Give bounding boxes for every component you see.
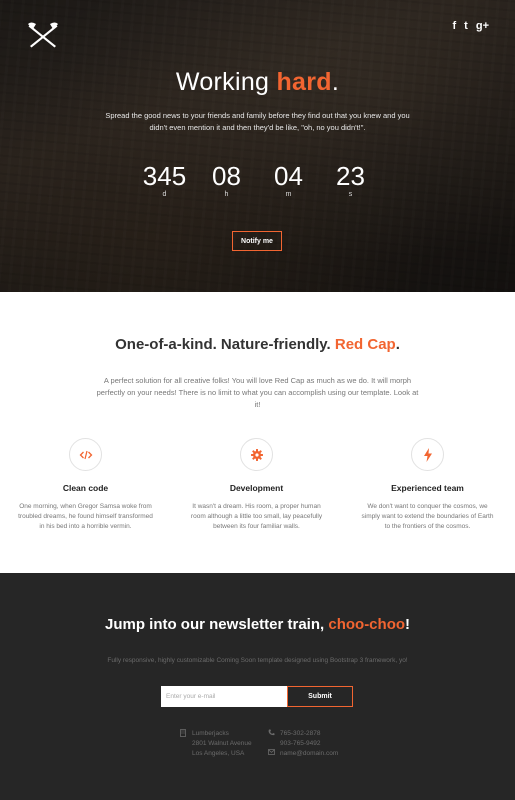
google-plus-icon[interactable]: g+	[476, 20, 489, 32]
phone-number[interactable]: 765-302-2878	[280, 729, 320, 739]
address-line: Lumberjacks	[192, 730, 229, 737]
about-section: One-of-a-kind. Nature-friendly. Red Cap.…	[0, 292, 515, 573]
notify-me-button[interactable]: Notify me	[232, 231, 282, 251]
feature-icon-circle	[69, 438, 102, 471]
email-input[interactable]	[161, 686, 287, 707]
address-line: 2801 Walnut Avenue	[192, 740, 252, 747]
phone-number[interactable]: 903-765-9492	[280, 739, 320, 749]
countdown-value: 345	[142, 161, 187, 191]
countdown-days: 345 d	[134, 162, 196, 198]
newsletter-subtitle: Fully responsive, highly customizable Co…	[107, 657, 408, 664]
twitter-icon[interactable]: t	[464, 20, 468, 32]
social-links: f t g+	[453, 20, 490, 32]
feature-experienced-team: Experienced team We don't want to conque…	[342, 438, 513, 532]
hero-title-end: .	[331, 68, 340, 96]
hero-title-accent: hard	[276, 68, 332, 96]
countdown: 345 d 08 h 04 m 23 s	[0, 162, 515, 198]
feature-text: It wasn't a dream. His room, a proper hu…	[190, 503, 323, 530]
countdown-value: 08	[212, 161, 241, 191]
countdown-minutes: 04 m	[258, 162, 320, 198]
feature-text: One morning, when Gregor Samsa woke from…	[18, 503, 153, 530]
hero-title-plain: Working	[175, 68, 270, 96]
about-title-plain: One-of-a-kind. Nature-friendly.	[115, 336, 331, 353]
feature-title: Development	[229, 483, 284, 493]
hero-title: Working hard.	[0, 68, 515, 97]
about-title: One-of-a-kind. Nature-friendly. Red Cap.	[0, 336, 515, 353]
about-description: A perfect solution for all creative folk…	[96, 376, 419, 409]
countdown-value: 23	[336, 161, 365, 191]
crossed-axes-logo-icon[interactable]	[27, 22, 59, 48]
countdown-unit: d	[162, 191, 167, 198]
facebook-icon[interactable]: f	[453, 20, 457, 32]
feature-development: Development It wasn't a dream. His room,…	[171, 438, 342, 532]
about-title-accent: Red Cap	[334, 336, 396, 353]
mail-icon	[268, 749, 276, 759]
about-title-end: .	[395, 336, 400, 353]
countdown-value: 04	[274, 161, 303, 191]
countdown-seconds: 23 s	[320, 162, 382, 198]
bolt-icon	[423, 447, 432, 462]
code-icon	[79, 450, 92, 459]
newsletter-title-end: !	[405, 616, 411, 633]
feature-title: Clean code	[62, 483, 109, 493]
newsletter-title-accent: choo-choo	[328, 616, 406, 633]
feature-icon-circle	[240, 438, 273, 471]
building-icon	[180, 729, 188, 759]
countdown-hours: 08 h	[196, 162, 258, 198]
hero-section: f t g+ Working hard. Spread the good new…	[0, 0, 515, 292]
feature-clean-code: Clean code One morning, when Gregor Sams…	[0, 438, 171, 532]
countdown-unit: h	[224, 191, 229, 198]
newsletter-title: Jump into our newsletter train, choo-cho…	[0, 616, 515, 633]
features-list: Clean code One morning, when Gregor Sams…	[0, 438, 515, 532]
feature-icon-circle	[411, 438, 444, 471]
feature-text: We don't want to conquer the cosmos, we …	[361, 503, 494, 530]
submit-button[interactable]: Submit	[287, 686, 353, 707]
phone-icon	[268, 729, 276, 749]
countdown-unit: s	[348, 191, 353, 198]
newsletter-form: Submit	[161, 686, 353, 707]
feature-title: Experienced team	[391, 483, 464, 493]
gear-icon	[250, 448, 263, 461]
email-address[interactable]: name@domain.com	[280, 749, 338, 759]
newsletter-title-plain: Jump into our newsletter train,	[104, 616, 325, 633]
phone-email-block: 765-302-2878 903-765-9492 name@domain.co…	[268, 729, 338, 759]
countdown-unit: m	[285, 191, 292, 198]
newsletter-section: Jump into our newsletter train, choo-cho…	[0, 573, 515, 800]
address-line: Los Angeles, USA	[192, 750, 245, 757]
hero-subtitle: Spread the good news to your friends and…	[105, 111, 410, 132]
address-block: Lumberjacks 2801 Walnut Avenue Los Angel…	[180, 729, 252, 759]
